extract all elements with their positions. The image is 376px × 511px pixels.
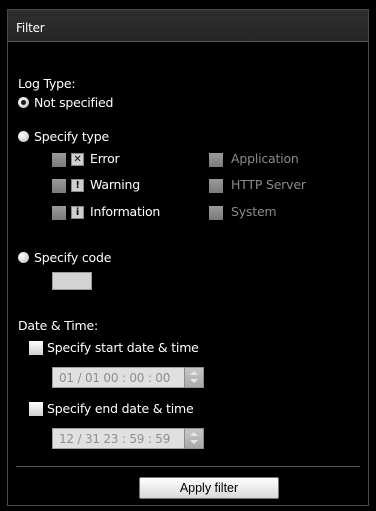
application-checkbox[interactable]	[209, 153, 223, 167]
specify-code-label[interactable]: Specify code	[34, 250, 111, 265]
spin-up-icon[interactable]	[190, 432, 198, 436]
warning-icon: !	[71, 179, 84, 192]
panel-header: Filter	[8, 10, 368, 42]
end-datetime-value: 12 / 31 23 : 59 : 59	[59, 432, 171, 446]
http-server-label: HTTP Server	[231, 177, 306, 192]
end-datetime-spinner[interactable]	[184, 428, 204, 449]
filter-panel: Filter Log Type: Not specified Specify t…	[7, 9, 369, 506]
start-datetime-field[interactable]: 01 / 01 00 : 00 : 00	[52, 367, 204, 388]
information-icon: i	[71, 206, 84, 219]
error-icon: ✕	[71, 153, 84, 166]
date-time-label: Date & Time:	[18, 318, 98, 333]
log-type-label: Log Type:	[18, 76, 76, 91]
divider	[16, 466, 360, 467]
specify-type-label[interactable]: Specify type	[34, 129, 109, 144]
system-checkbox[interactable]	[209, 206, 223, 220]
end-date-checkbox[interactable]	[29, 402, 43, 416]
not-specified-radio[interactable]	[18, 97, 29, 108]
information-label: Information	[90, 204, 161, 219]
spin-up-icon[interactable]	[190, 371, 198, 375]
application-label: Application	[231, 151, 299, 166]
specify-code-radio[interactable]	[18, 252, 29, 263]
not-specified-label[interactable]: Not specified	[34, 95, 113, 110]
warning-label: Warning	[90, 177, 140, 192]
start-datetime-value: 01 / 01 00 : 00 : 00	[59, 371, 171, 385]
code-input[interactable]	[52, 272, 92, 290]
http-server-checkbox[interactable]	[209, 179, 223, 193]
warning-checkbox[interactable]	[52, 179, 66, 193]
spin-down-icon[interactable]	[190, 440, 198, 444]
panel-title: Filter	[16, 21, 45, 35]
system-label: System	[231, 204, 277, 219]
error-checkbox[interactable]	[52, 153, 66, 167]
end-datetime-field[interactable]: 12 / 31 23 : 59 : 59	[52, 428, 204, 449]
specify-type-radio[interactable]	[18, 131, 29, 142]
apply-filter-button[interactable]: Apply filter	[139, 477, 279, 499]
start-datetime-spinner[interactable]	[184, 367, 204, 388]
end-date-label[interactable]: Specify end date & time	[47, 401, 194, 416]
spin-down-icon[interactable]	[190, 379, 198, 383]
start-date-label[interactable]: Specify start date & time	[47, 340, 199, 355]
start-date-checkbox[interactable]	[29, 341, 43, 355]
error-label: Error	[90, 151, 120, 166]
information-checkbox[interactable]	[52, 206, 66, 220]
